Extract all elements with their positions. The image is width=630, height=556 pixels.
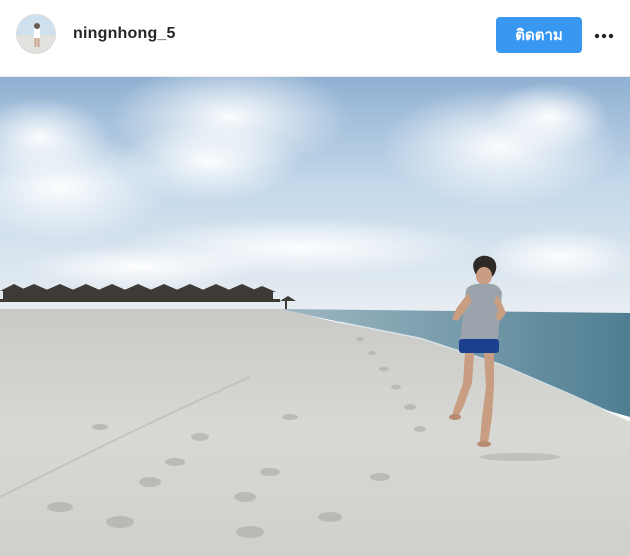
beach-photo-illustration xyxy=(0,77,630,556)
avatar-image xyxy=(17,15,55,53)
more-options-button[interactable] xyxy=(590,24,618,48)
runner-shadow xyxy=(480,453,560,461)
post-header: ningnhong_5 ติดตาม xyxy=(0,0,630,77)
post-photo[interactable] xyxy=(0,77,630,556)
more-horizontal-icon xyxy=(594,33,614,39)
username[interactable]: ningnhong_5 xyxy=(73,25,176,43)
follow-button[interactable]: ติดตาม xyxy=(496,17,582,53)
avatar[interactable] xyxy=(16,14,56,54)
post: ningnhong_5 ติดตาม xyxy=(0,0,630,556)
